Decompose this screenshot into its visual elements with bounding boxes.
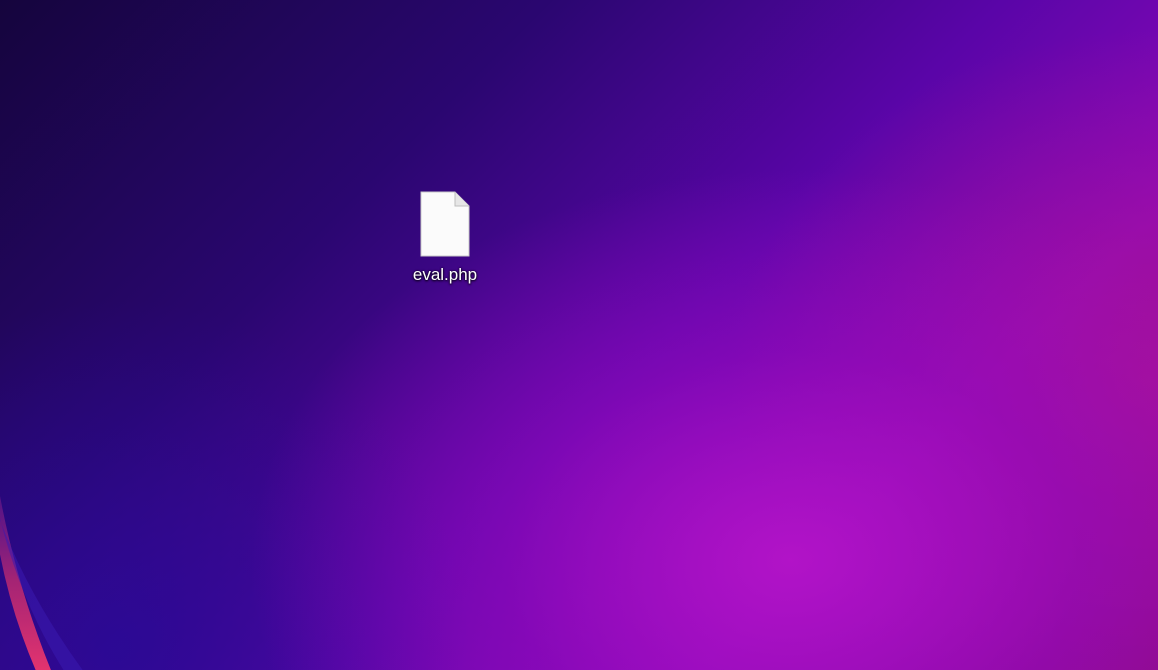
document-file-icon (420, 191, 470, 257)
desktop-wallpaper[interactable]: eval.php (0, 0, 1158, 670)
wallpaper-arc-decoration (0, 495, 83, 670)
desktop-icon-eval-php[interactable]: eval.php (396, 188, 494, 290)
desktop-icon-label: eval.php (412, 265, 478, 284)
